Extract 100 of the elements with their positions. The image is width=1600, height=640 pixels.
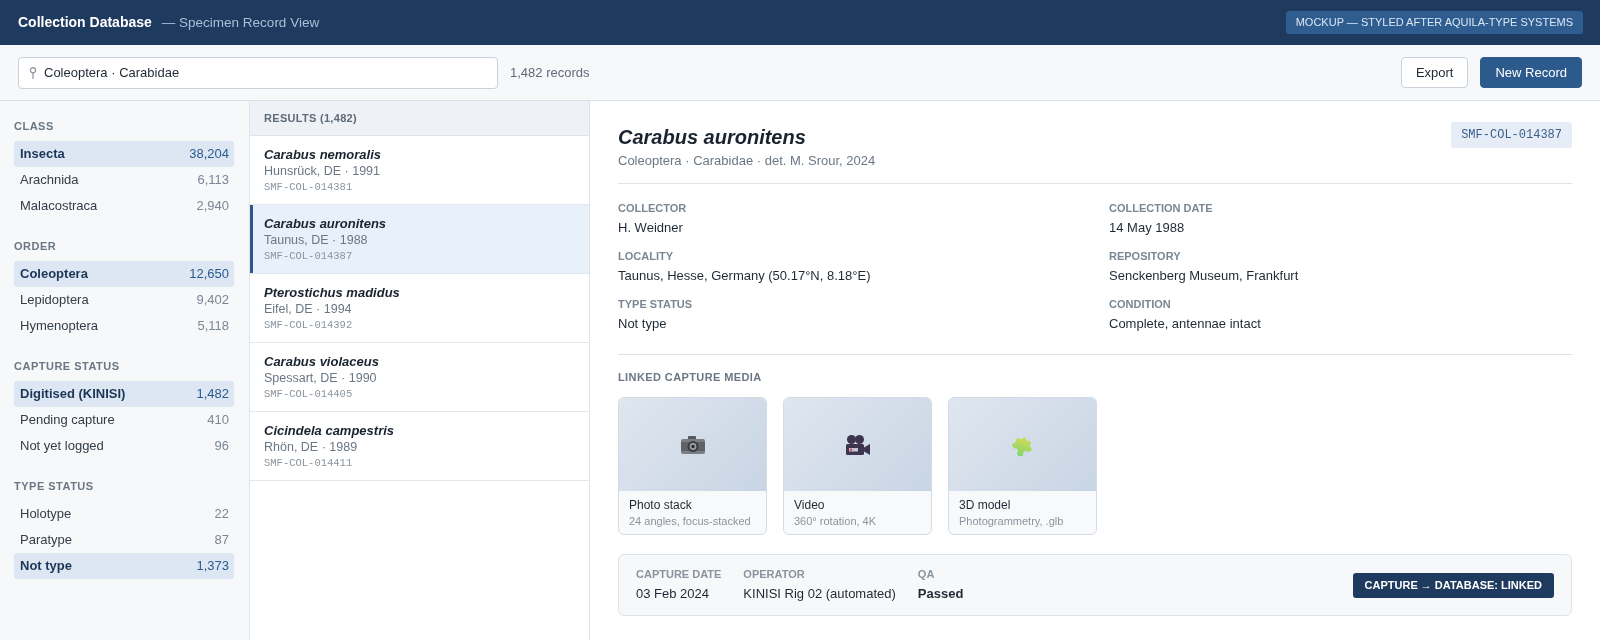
catalog-number: SMF-COL-014387 bbox=[264, 249, 354, 264]
filter-count: 22 bbox=[214, 505, 229, 524]
export-button[interactable]: Export bbox=[1400, 57, 1469, 88]
field-label: TYPE STATUS bbox=[618, 297, 694, 311]
catalog-number: SMF-COL-014381 bbox=[264, 180, 354, 195]
camera-icon bbox=[680, 435, 705, 454]
record-title: Carabus auronitens bbox=[618, 125, 807, 149]
field-value: Not type bbox=[618, 315, 668, 333]
catalog-number: SMF-COL-014392 bbox=[264, 318, 354, 333]
new-record-button[interactable]: New Record bbox=[1480, 57, 1582, 88]
capture-value: Passed bbox=[917, 585, 964, 603]
result-locality: Eifel, DE · 1994 bbox=[264, 301, 353, 318]
filter-label: Lepidoptera bbox=[20, 291, 89, 310]
catalog-number: SMF-COL-014411 bbox=[264, 456, 354, 471]
result-item[interactable]: Carabus violaceus Spessart, DE · 1990 SMF-COL-014405 bbox=[250, 343, 589, 412]
filter-count: 12,650 bbox=[189, 265, 229, 284]
filter-count: 87 bbox=[214, 531, 229, 550]
filter-heading: TYPE STATUS bbox=[14, 479, 95, 493]
filter-item[interactable]: Paratype 87 bbox=[14, 527, 234, 553]
filter-label: Coleoptera bbox=[20, 265, 88, 284]
result-locality: Taunus, DE · 1988 bbox=[264, 232, 369, 249]
media-card[interactable]: Photo stack 24 angles, focus-stacked bbox=[618, 397, 767, 535]
filter-item[interactable]: Lepidoptera 9,402 bbox=[14, 287, 234, 313]
filter-item[interactable]: Malacostraca 2,940 bbox=[14, 193, 234, 219]
result-locality: Rhön, DE · 1989 bbox=[264, 439, 359, 456]
filter-label: Not type bbox=[20, 557, 72, 576]
result-locality: Hunsrück, DE · 1991 bbox=[264, 163, 382, 180]
filter-count: 5,118 bbox=[197, 317, 229, 336]
field-value: Complete, antennae intact bbox=[1109, 315, 1262, 333]
filter-label: Digitised (KINISI) bbox=[20, 385, 126, 404]
section-heading: LINKED CAPTURE MEDIA bbox=[618, 370, 763, 384]
filter-item[interactable]: Not type 1,373 bbox=[14, 553, 234, 579]
filter-item[interactable]: Not yet logged 96 bbox=[14, 433, 234, 459]
search-field[interactable]: Coleoptera · Carabidae bbox=[18, 56, 498, 89]
species-name: Carabus nemoralis bbox=[264, 146, 383, 163]
media-card[interactable]: 3D model Photogrammetry, .glb bbox=[948, 397, 1097, 535]
link-status-badge: CAPTURE → DATABASE: LINKED bbox=[1352, 572, 1554, 598]
filter-count: 410 bbox=[207, 411, 229, 430]
media-caption: 24 angles, focus-stacked bbox=[629, 514, 752, 529]
results-heading: RESULTS (1,482) bbox=[250, 101, 589, 136]
filter-count: 6,113 bbox=[197, 171, 229, 190]
filter-count: 96 bbox=[214, 437, 229, 456]
media-card[interactable]: Video 360° rotation, 4K bbox=[783, 397, 932, 535]
result-item[interactable]: Cicindela campestris Rhön, DE · 1989 SMF-COL-014411 bbox=[250, 412, 589, 481]
filter-label: Holotype bbox=[20, 505, 72, 524]
filter-item[interactable]: Insecta 38,204 bbox=[14, 141, 234, 167]
filter-label: Malacostraca bbox=[20, 197, 98, 216]
catalog-number-badge: SMF-COL-014387 bbox=[1451, 122, 1572, 148]
mockup-badge: MOCKUP — STYLED AFTER AQUILA-TYPE SYSTEMS bbox=[1285, 11, 1583, 34]
record-count: 1,482 records bbox=[510, 63, 590, 82]
filter-count: 9,402 bbox=[196, 291, 229, 310]
capture-label: OPERATOR bbox=[743, 567, 806, 581]
capture-label: QA bbox=[917, 567, 936, 581]
field-label: LOCALITY bbox=[618, 249, 674, 263]
filter-heading: CAPTURE STATUS bbox=[14, 359, 121, 373]
result-item[interactable]: Carabus auronitens Taunus, DE · 1988 SMF-COL-014387 bbox=[250, 205, 589, 274]
pin-icon bbox=[29, 66, 37, 79]
field-label: COLLECTOR bbox=[618, 201, 688, 215]
filter-count: 1,373 bbox=[196, 557, 229, 576]
field-label: COLLECTION DATE bbox=[1109, 201, 1214, 215]
media-caption: Photogrammetry, .glb bbox=[959, 514, 1065, 529]
result-item[interactable]: Pterostichus madidus Eifel, DE · 1994 SMF-COL-014392 bbox=[250, 274, 589, 343]
app-subtitle: — Specimen Record View bbox=[161, 13, 320, 32]
filter-heading: CLASS bbox=[14, 119, 55, 133]
capture-value: 03 Feb 2024 bbox=[636, 585, 710, 603]
filter-item[interactable]: Holotype 22 bbox=[14, 501, 234, 527]
filter-label: Not yet logged bbox=[20, 437, 104, 456]
filter-count: 2,940 bbox=[196, 197, 229, 216]
species-name: Cicindela campestris bbox=[264, 422, 396, 439]
media-title: 3D model bbox=[959, 497, 1012, 513]
species-name: Pterostichus madidus bbox=[264, 284, 401, 301]
app-title: Collection Database bbox=[18, 12, 152, 32]
filter-label: Pending capture bbox=[20, 411, 115, 430]
species-name: Carabus violaceus bbox=[264, 353, 380, 370]
field-value: Senckenberg Museum, Frankfurt bbox=[1109, 267, 1300, 285]
filter-label: Paratype bbox=[20, 531, 73, 550]
field-value: H. Weidner bbox=[618, 219, 684, 237]
field-label: REPOSITORY bbox=[1109, 249, 1182, 263]
media-title: Photo stack bbox=[629, 497, 693, 513]
filter-label: Arachnida bbox=[20, 171, 79, 190]
filter-item[interactable]: Coleoptera 12,650 bbox=[14, 261, 234, 287]
capture-label: CAPTURE DATE bbox=[636, 567, 722, 581]
filter-count: 38,204 bbox=[189, 145, 229, 164]
filter-label: Hymenoptera bbox=[20, 317, 99, 336]
field-value: 14 May 1988 bbox=[1109, 219, 1186, 237]
species-name: Carabus auronitens bbox=[264, 215, 388, 232]
filter-item[interactable]: Digitised (KINISI) 1,482 bbox=[14, 381, 234, 407]
filter-item[interactable]: Hymenoptera 5,118 bbox=[14, 313, 234, 339]
result-locality: Spessart, DE · 1990 bbox=[264, 370, 378, 387]
catalog-number: SMF-COL-014405 bbox=[264, 387, 354, 402]
filter-item[interactable]: Pending capture 410 bbox=[14, 407, 234, 433]
record-subtitle: Coleoptera · Carabidae · det. M. Srour, 2024 bbox=[618, 152, 876, 170]
field-value: Taunus, Hesse, Germany (50.17°N, 8.18°E) bbox=[618, 267, 872, 285]
media-title: Video bbox=[794, 497, 826, 513]
filter-item[interactable]: Arachnida 6,113 bbox=[14, 167, 234, 193]
filter-label: Insecta bbox=[20, 145, 65, 164]
filter-heading: ORDER bbox=[14, 239, 58, 253]
filter-count: 1,482 bbox=[196, 385, 229, 404]
movie-camera-icon bbox=[845, 434, 870, 455]
field-label: CONDITION bbox=[1109, 297, 1172, 311]
